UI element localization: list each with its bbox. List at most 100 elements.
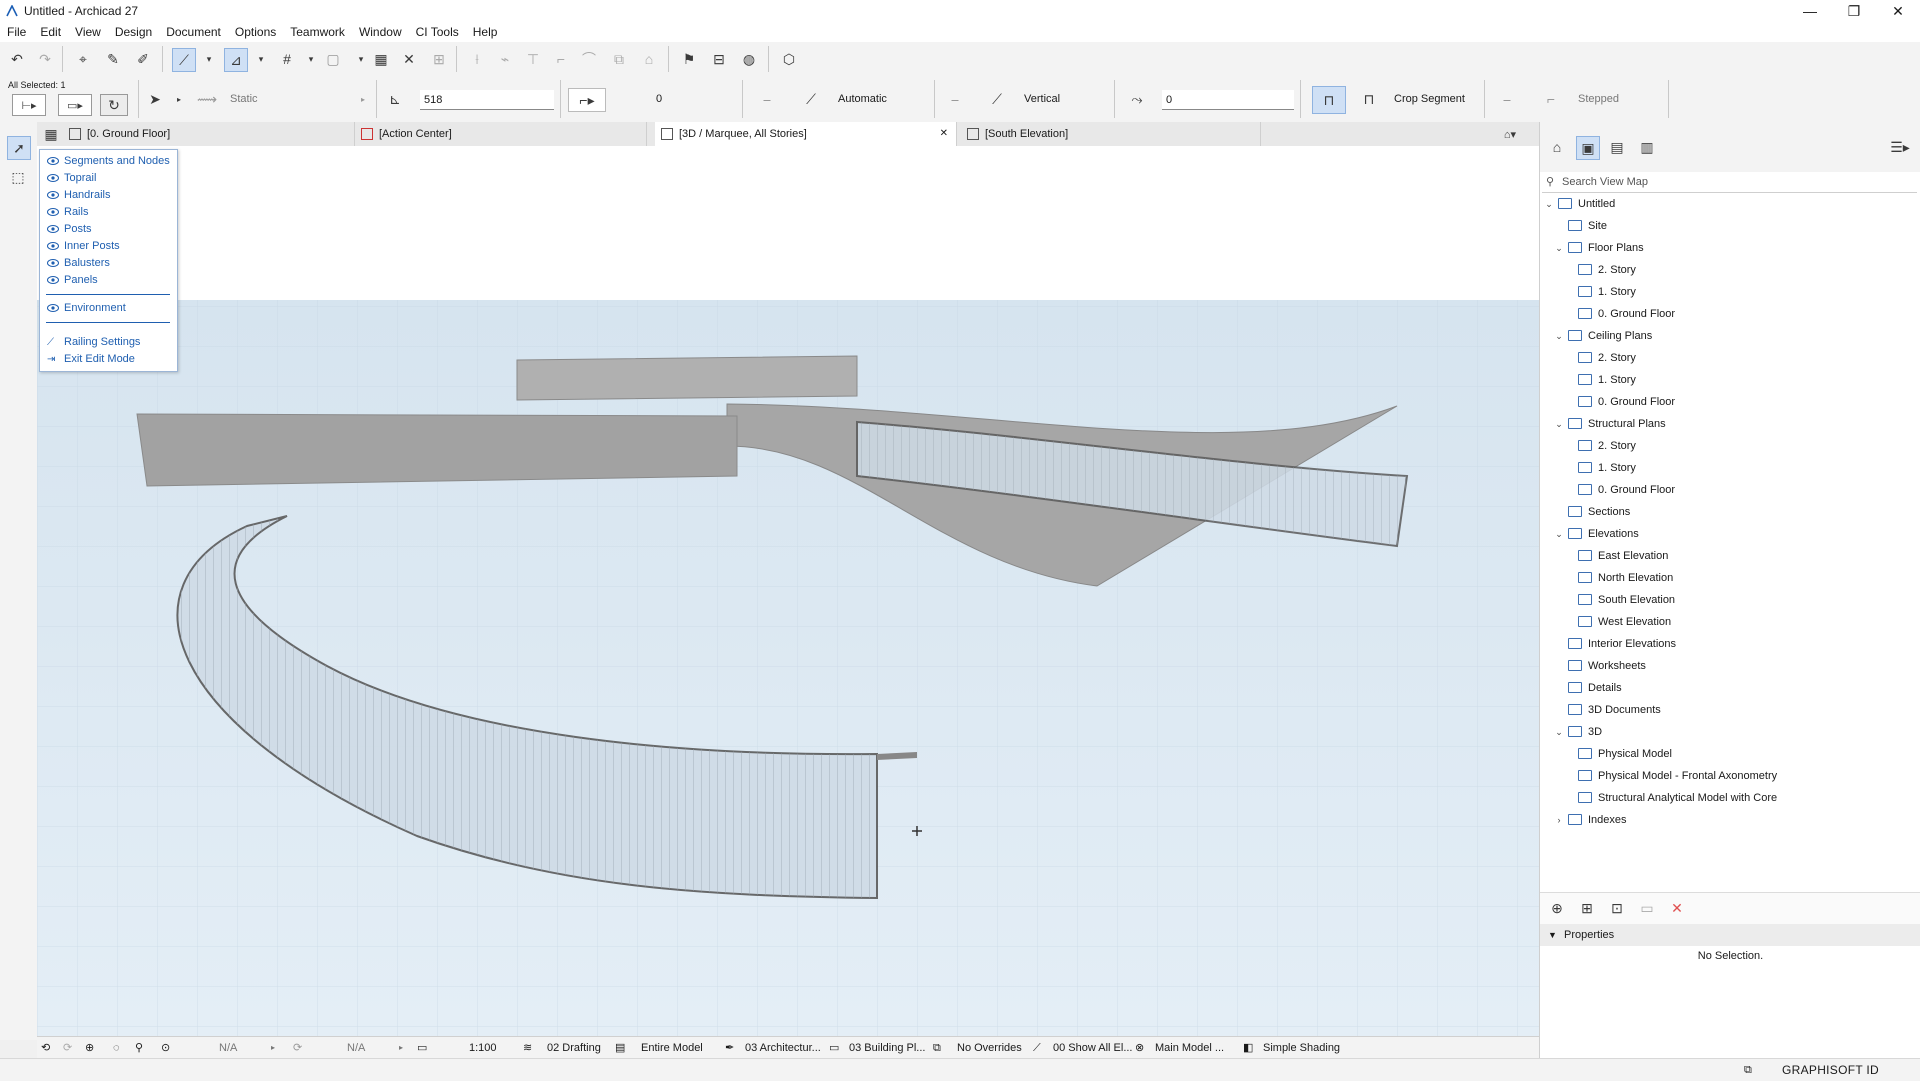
pick-up-parameters-icon[interactable]: ✎ — [102, 48, 124, 70]
tree-item[interactable]: Structural Analytical Model with Core — [1540, 788, 1920, 808]
intersect-icon[interactable]: ⌐ — [550, 48, 572, 70]
menu-ci-tools[interactable]: CI Tools — [409, 25, 466, 39]
tree-item[interactable]: ⌄ Elevations — [1540, 524, 1920, 544]
zoom-value[interactable]: N/A — [219, 1040, 237, 1056]
graphisoft-id[interactable]: GRAPHISOFT ID — [1782, 1062, 1879, 1078]
minimize-button[interactable]: — — [1788, 0, 1832, 22]
menu-window[interactable]: Window — [352, 25, 409, 39]
tree-item[interactable]: East Elevation — [1540, 546, 1920, 566]
dropdown-arrow-icon[interactable]: ▾ — [198, 48, 220, 70]
tree-item[interactable]: 0. Ground Floor — [1540, 392, 1920, 412]
chevron-down-icon[interactable]: ⌄ — [1544, 194, 1554, 214]
tree-item[interactable]: 1. Story — [1540, 458, 1920, 478]
layout-book-icon[interactable]: ▤ — [1606, 136, 1628, 158]
tree-item[interactable]: ⌄ Floor Plans — [1540, 238, 1920, 258]
redo-icon[interactable]: ↷ — [34, 48, 56, 70]
fit-in-window-icon[interactable]: ✕ — [398, 48, 420, 70]
crop-book-icon[interactable]: ⊓ — [1312, 86, 1346, 114]
tree-item[interactable]: 1. Story — [1540, 370, 1920, 390]
slope-field[interactable]: 0 — [1162, 90, 1294, 110]
suspend-groups-icon[interactable]: ▢ — [322, 48, 344, 70]
walk-icon[interactable]: ⚲ — [135, 1040, 143, 1056]
renovation-filter[interactable]: 00 Show All El... — [1053, 1040, 1133, 1056]
rotate-icon[interactable]: ↻ — [100, 94, 128, 116]
menu-options[interactable]: Options — [228, 25, 283, 39]
automatic-label[interactable]: Automatic — [838, 91, 887, 107]
popup-item-posts[interactable]: Posts — [47, 221, 92, 238]
dropdown-arrow-icon[interactable]: ▾ — [350, 48, 372, 70]
popup-item-handrails[interactable]: Handrails — [47, 187, 110, 204]
pet-palette-icon[interactable]: ⌖ — [72, 48, 94, 70]
fillet-icon[interactable]: ⌒ — [578, 48, 600, 70]
vertical-label[interactable]: Vertical — [1024, 91, 1060, 107]
dimension-standard[interactable]: 03 Building Pl... — [849, 1040, 925, 1056]
chevron-down-icon[interactable]: ⌄ — [1554, 524, 1564, 544]
clone-view-icon[interactable]: ⊞ — [1576, 897, 1598, 919]
tab-ground-floor[interactable]: [0. Ground Floor] — [63, 122, 355, 146]
3d-viewport[interactable] — [37, 146, 1539, 1036]
segment-flat-icon[interactable]: ⎯ — [756, 88, 778, 110]
offset-value[interactable]: 0 — [656, 91, 662, 107]
stepped-label[interactable]: Stepped — [1578, 91, 1619, 107]
offset-icon[interactable]: ⌐▸ — [568, 88, 606, 112]
popup-item-environment[interactable]: Environment — [47, 300, 126, 317]
dropdown-arrow-icon[interactable]: ▾ — [300, 48, 322, 70]
menu-edit[interactable]: Edit — [33, 25, 68, 39]
angle-icon[interactable]: ⟳ — [293, 1040, 302, 1056]
new-folder-icon[interactable]: ⊡ — [1606, 897, 1628, 919]
model-view-option[interactable]: Entire Model — [641, 1040, 703, 1056]
tree-item[interactable]: ⌄ Untitled — [1540, 194, 1920, 214]
tree-item[interactable]: North Elevation — [1540, 568, 1920, 588]
tab-action-center[interactable]: [Action Center] — [355, 122, 647, 146]
selection-arrow-icon[interactable]: ➤ — [144, 88, 166, 110]
tree-item[interactable]: South Elevation — [1540, 590, 1920, 610]
chevron-down-icon[interactable]: ⌄ — [1554, 238, 1564, 258]
marker-icon[interactable]: ⚑ — [678, 48, 700, 70]
view-options-icon[interactable]: ⌂▾ — [1493, 123, 1527, 145]
offset-icon[interactable]: ⧉ — [608, 48, 630, 70]
menu-document[interactable]: Document — [159, 25, 228, 39]
redo-view-icon[interactable]: ⟳ — [63, 1040, 72, 1056]
tree-item[interactable]: 2. Story — [1540, 436, 1920, 456]
scale-value[interactable]: 1:100 — [469, 1040, 497, 1056]
properties-header[interactable]: ▼ Properties — [1540, 924, 1920, 946]
chevron-down-icon[interactable]: ⌄ — [1554, 414, 1564, 434]
dropdown-arrow-icon[interactable]: ▸ — [399, 1040, 403, 1056]
3d-window-icon[interactable]: ⬡ — [778, 48, 800, 70]
maximize-button[interactable]: ❐ — [1832, 0, 1876, 22]
dropdown-arrow-icon[interactable]: ▾ — [250, 48, 272, 70]
menu-view[interactable]: View — [68, 25, 108, 39]
menu-design[interactable]: Design — [108, 25, 159, 39]
crop-segment-label[interactable]: Crop Segment — [1394, 91, 1465, 107]
tree-item[interactable]: West Elevation — [1540, 612, 1920, 632]
tree-item[interactable]: Physical Model - Frontal Axonometry — [1540, 766, 1920, 786]
orbit-icon[interactable]: ◌ — [113, 1040, 120, 1056]
measure-icon[interactable]: ▦ — [370, 48, 392, 70]
trim-icon[interactable]: ⊤ — [522, 48, 544, 70]
tab-south-elevation[interactable]: [South Elevation] — [961, 122, 1261, 146]
inject-parameters-icon[interactable]: ✐ — [132, 48, 154, 70]
stepped-icon[interactable]: ⌐ — [1540, 88, 1562, 110]
chevron-down-icon[interactable]: ⌄ — [1554, 722, 1564, 742]
popup-item-railing-settings[interactable]: ⟋ Railing Settings — [47, 334, 140, 351]
tree-item[interactable]: Site — [1540, 216, 1920, 236]
popup-item-exit-edit-mode[interactable]: ⇥ Exit Edit Mode — [47, 351, 135, 368]
adjust-icon[interactable]: ⌁ — [494, 48, 516, 70]
tree-item[interactable]: ⌄ 3D — [1540, 722, 1920, 742]
crop-segment-icon[interactable]: ⊓ — [1358, 88, 1380, 110]
view-map-icon[interactable]: ▣ — [1576, 136, 1600, 160]
geometry-method-icon[interactable]: ▭▸ — [58, 94, 92, 116]
delete-icon[interactable]: ✕ — [1666, 897, 1688, 919]
tree-item[interactable]: 2. Story — [1540, 348, 1920, 368]
tree-item[interactable]: 0. Ground Floor — [1540, 304, 1920, 324]
snap-guides-icon[interactable]: ⊿ — [224, 48, 248, 72]
dropdown-arrow-icon[interactable]: ▸ — [352, 88, 374, 110]
popup-item-toprail[interactable]: Toprail — [47, 170, 96, 187]
popup-item-rails[interactable]: Rails — [47, 204, 88, 221]
tree-item[interactable]: 0. Ground Floor — [1540, 480, 1920, 500]
tree-item[interactable]: 3D Documents — [1540, 700, 1920, 720]
zoom-icon[interactable]: ⊙ — [161, 1040, 170, 1056]
project-map-icon[interactable]: ⌂ — [1546, 136, 1568, 158]
tab-3d-marquee[interactable]: [3D / Marquee, All Stories] ✕ — [655, 122, 957, 146]
tree-item[interactable]: 1. Story — [1540, 282, 1920, 302]
